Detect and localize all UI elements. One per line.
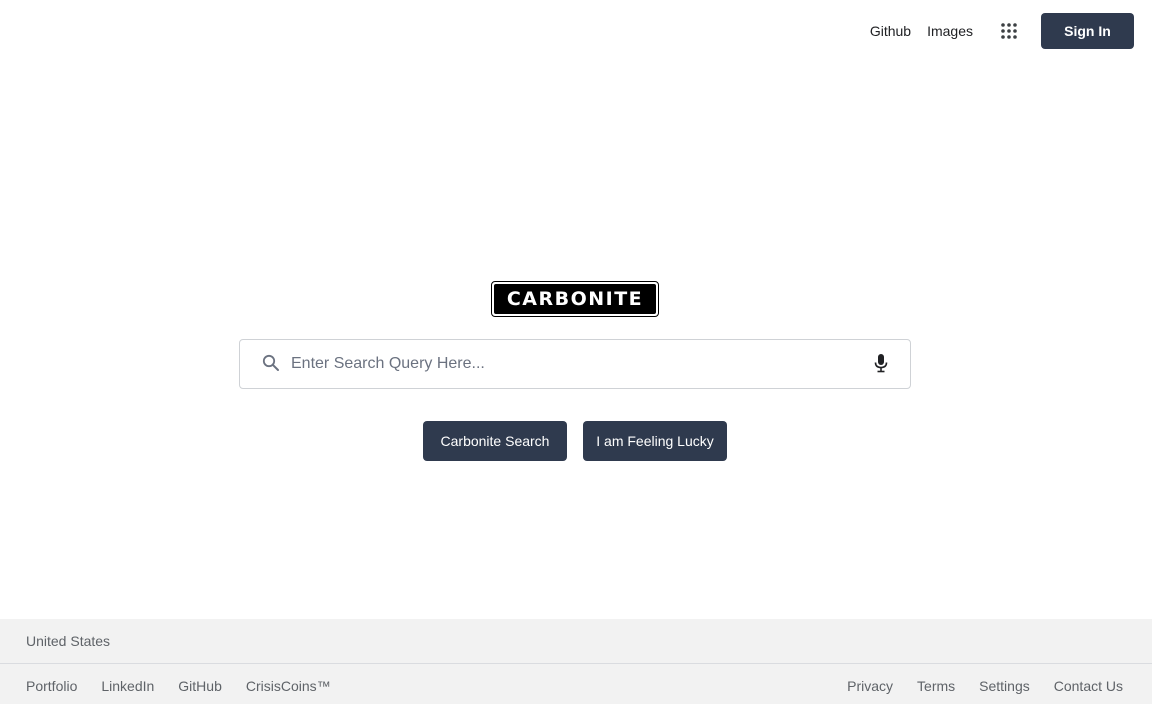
apps-grid-icon[interactable] — [991, 13, 1027, 49]
footer-link-privacy[interactable]: Privacy — [847, 678, 893, 694]
footer-link-terms[interactable]: Terms — [917, 678, 955, 694]
footer-link-github[interactable]: GitHub — [178, 678, 222, 694]
footer-link-linkedin[interactable]: LinkedIn — [101, 678, 154, 694]
logo-text: CARBONITE — [506, 288, 644, 310]
images-link[interactable]: Images — [927, 13, 973, 49]
footer-link-crisiscoins[interactable]: CrisisCoins™ — [246, 678, 331, 694]
search-icon — [262, 354, 279, 371]
footer-link-portfolio[interactable]: Portfolio — [26, 678, 77, 694]
logo-plate: CARBONITE — [494, 284, 656, 314]
search-input[interactable] — [291, 340, 851, 388]
search-box — [239, 339, 911, 389]
search-home-page: Github Images Sign In CARBONITE Enter Se… — [0, 0, 1152, 704]
footer-link-contact-us[interactable]: Contact Us — [1054, 678, 1123, 694]
carbonite-logo: CARBONITE — [491, 281, 659, 317]
microphone-icon[interactable] — [873, 353, 889, 373]
footer: United States Portfolio LinkedIn GitHub … — [0, 619, 1152, 704]
footer-link-settings[interactable]: Settings — [979, 678, 1030, 694]
footer-divider — [0, 663, 1152, 664]
feeling-lucky-button[interactable]: I am Feeling Lucky — [583, 421, 727, 461]
github-link[interactable]: Github — [870, 13, 911, 49]
carbonite-search-button[interactable]: Carbonite Search — [423, 421, 567, 461]
sign-in-button[interactable]: Sign In — [1041, 13, 1134, 49]
top-nav: Github Images Sign In — [870, 13, 1134, 49]
footer-links-left: Portfolio LinkedIn GitHub CrisisCoins™ — [26, 678, 355, 694]
footer-country: United States — [26, 633, 111, 649]
footer-links-right: Privacy Terms Settings Contact Us — [823, 678, 1123, 694]
